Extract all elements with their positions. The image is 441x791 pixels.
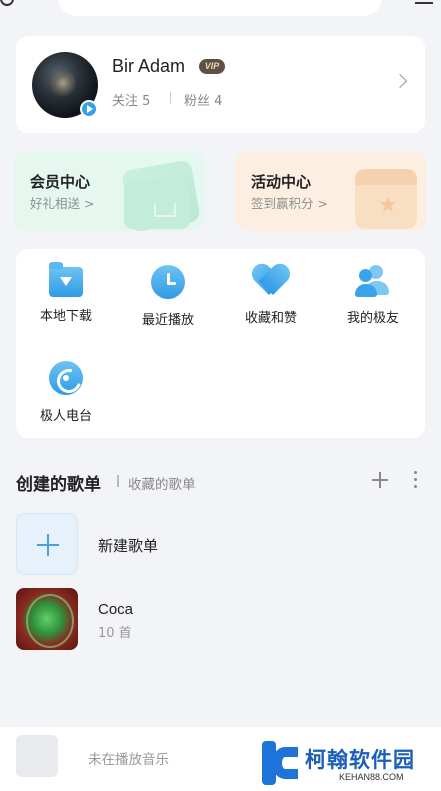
shortcut-friends[interactable]: 我的极友: [323, 265, 423, 326]
following-count[interactable]: 关注 5: [112, 90, 150, 109]
menu-icon[interactable]: [0, 0, 14, 6]
event-center-card[interactable]: ★ 活动中心 签到赢积分 >: [235, 151, 426, 231]
new-playlist-label[interactable]: 新建歌单: [98, 535, 158, 556]
play-badge-icon: [80, 100, 98, 118]
profile-card[interactable]: Bir Adam VIP 关注 5 粉丝 4: [16, 36, 425, 133]
notification-icon[interactable]: [415, 0, 433, 4]
event-center-subtitle: 签到赢积分 >: [251, 196, 328, 211]
chevron-right-icon[interactable]: [392, 73, 408, 89]
divider: [117, 475, 119, 487]
download-folder-icon: [49, 262, 83, 297]
shortcut-label: 极人电台: [39, 409, 92, 424]
shortcut-label: 收藏和赞: [244, 311, 297, 326]
search-input[interactable]: [58, 0, 382, 16]
player-status: 未在播放音乐: [88, 752, 169, 768]
new-playlist-button[interactable]: [16, 513, 78, 575]
watermark-title: 柯翰软件园: [305, 748, 415, 772]
vip-badge: VIP: [199, 59, 225, 74]
shortcut-grid: 本地下载 最近播放 收藏和赞 我的极友 极人电台: [16, 249, 425, 438]
top-bar: [0, 0, 441, 22]
friends-icon: [355, 265, 391, 297]
shortcut-label: 我的极友: [346, 311, 399, 326]
player-thumbnail[interactable]: [16, 735, 58, 777]
event-center-title: 活动中心: [251, 173, 312, 191]
tab-created-playlists[interactable]: 创建的歌单: [16, 470, 101, 495]
member-center-subtitle: 好礼相送 >: [30, 196, 95, 211]
add-playlist-icon[interactable]: [372, 472, 388, 488]
shortcut-recent-play[interactable]: 最近播放: [118, 265, 218, 328]
playlist-cover[interactable]: [16, 588, 78, 650]
radio-disc-icon: [49, 361, 83, 395]
playlist-track-count: 10 首: [98, 626, 132, 641]
member-center-card[interactable]: 会员中心 好礼相送 >: [14, 151, 205, 231]
fans-count[interactable]: 粉丝 4: [184, 90, 222, 109]
crown-icon: [154, 203, 176, 217]
watermark-logo-icon: [262, 741, 302, 785]
shortcut-label: 最近播放: [141, 313, 194, 328]
watermark-url: KEHAN88.COM: [339, 772, 404, 782]
member-center-title: 会员中心: [30, 173, 91, 191]
divider: [170, 92, 171, 104]
playlist-title[interactable]: Coca: [98, 601, 133, 618]
username: Bir Adam: [112, 56, 186, 76]
shortcut-local-download[interactable]: 本地下载: [16, 262, 116, 324]
star-icon: ★: [378, 193, 398, 218]
shortcut-label: 本地下载: [39, 309, 92, 324]
heart-icon: [253, 265, 289, 297]
more-icon[interactable]: [414, 471, 418, 489]
shortcut-radio[interactable]: 极人电台: [16, 361, 116, 424]
clock-icon: [151, 265, 185, 299]
shortcut-favorites[interactable]: 收藏和赞: [221, 265, 321, 326]
tab-collected-playlists[interactable]: 收藏的歌单: [128, 473, 196, 493]
